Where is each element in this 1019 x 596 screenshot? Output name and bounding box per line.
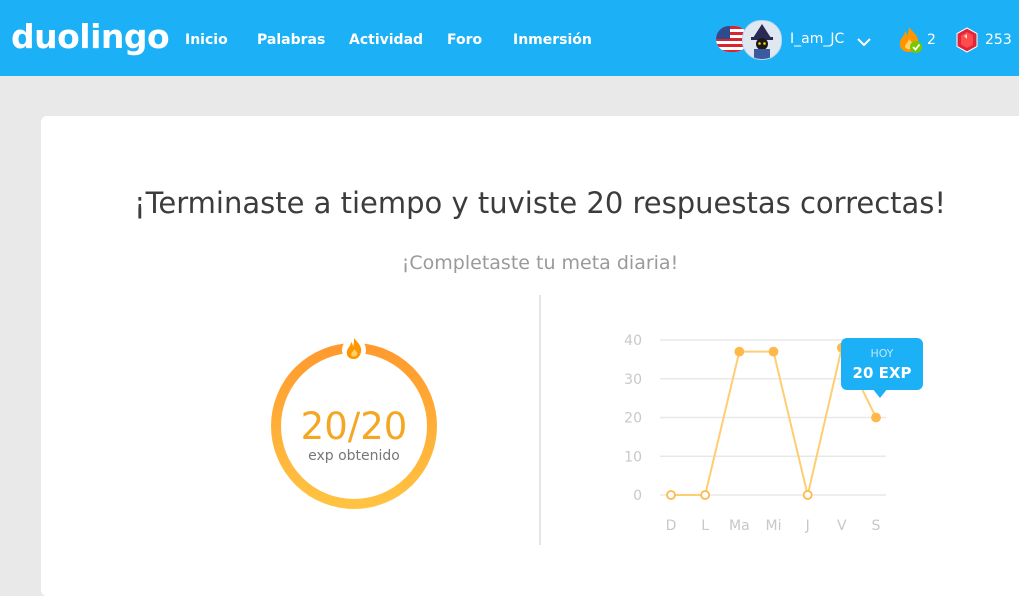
xp-point — [802, 490, 813, 500]
xp-point — [666, 490, 676, 500]
nav-palabras[interactable]: Palabras — [257, 32, 325, 48]
today-xp-tooltip: HOY 20 EXP — [841, 338, 923, 398]
duolingo-logo[interactable]: duolingo — [11, 17, 170, 56]
y-tick-label: 10 — [624, 449, 642, 465]
x-tick-label: S — [872, 518, 881, 534]
x-tick-label: Mi — [766, 518, 782, 534]
nav-inicio[interactable]: Inicio — [185, 32, 228, 48]
streak-flame-icon[interactable] — [897, 25, 923, 57]
flame-icon — [341, 334, 367, 366]
x-tick-label: D — [666, 518, 677, 534]
user-avatar[interactable] — [742, 20, 782, 60]
tooltip-xp-value: 20 EXP — [852, 364, 912, 382]
daily-goal-message: ¡Completaste tu meta diaria! — [401, 252, 679, 274]
username[interactable]: I_am_JC — [790, 31, 844, 47]
nav-inmersion[interactable]: Inmersión — [513, 32, 592, 48]
tooltip-arrow — [872, 388, 888, 398]
nav-foro[interactable]: Foro — [447, 32, 482, 48]
top-navigation-bar: duolingo Inicio Palabras Actividad Foro … — [0, 0, 1019, 76]
y-tick-label: 20 — [624, 411, 642, 427]
xp-earned-value: 20/20 — [300, 405, 408, 448]
xp-earned-label: exp obtenido — [308, 448, 400, 464]
xp-point — [871, 412, 881, 423]
section-divider — [539, 295, 541, 545]
y-tick-label: 40 — [624, 333, 642, 349]
tooltip-day-label: HOY — [870, 347, 894, 360]
streak-count: 2 — [927, 32, 936, 48]
xp-point — [700, 490, 711, 500]
nav-actividad[interactable]: Actividad — [349, 32, 423, 48]
chevron-down-icon[interactable] — [857, 32, 871, 51]
gem-count: 253 — [985, 32, 1012, 48]
x-tick-label: V — [837, 518, 847, 534]
x-tick-label: L — [701, 518, 709, 534]
xp-point — [768, 346, 779, 357]
xp-point — [734, 346, 745, 357]
result-headline: ¡Terminaste a tiempo y tuviste 20 respue… — [133, 186, 947, 220]
y-tick-label: 30 — [624, 372, 642, 388]
x-tick-label: Ma — [729, 518, 750, 534]
y-tick-label: 0 — [633, 488, 642, 504]
x-tick-label: J — [805, 518, 810, 534]
gem-icon[interactable] — [956, 27, 978, 57]
